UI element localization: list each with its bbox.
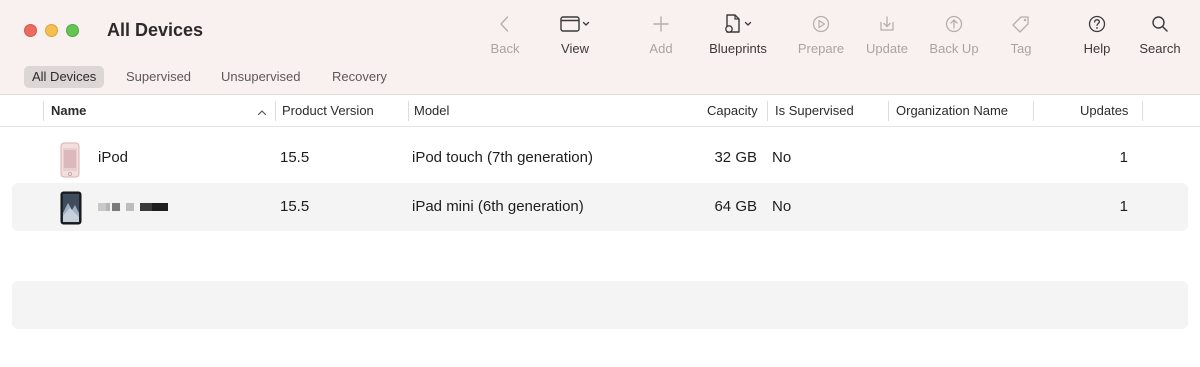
tag-label: Tag bbox=[1010, 41, 1032, 56]
ipod-touch-icon bbox=[60, 142, 80, 183]
chevron-left-icon bbox=[465, 12, 545, 36]
back-button[interactable]: Back bbox=[465, 12, 545, 56]
view-label: View bbox=[561, 41, 589, 56]
plus-icon bbox=[621, 12, 701, 36]
add-label: Add bbox=[649, 41, 673, 56]
window-title: All Devices bbox=[107, 20, 204, 40]
capacity-cell: 32 GB bbox=[714, 149, 757, 166]
table-header: Name Product Version Model Capacity Is S… bbox=[0, 95, 1200, 127]
column-header-name[interactable]: Name bbox=[51, 95, 86, 127]
toolbar-area: All Devices Back View Add Blueprints Pre… bbox=[0, 0, 1200, 95]
column-divider[interactable] bbox=[43, 101, 44, 121]
ipad-mini-icon bbox=[60, 191, 82, 230]
search-button[interactable]: Search bbox=[1120, 12, 1200, 56]
product-version-cell: 15.5 bbox=[280, 149, 310, 166]
column-header-is-supervised[interactable]: Is Supervised bbox=[775, 95, 854, 127]
column-divider[interactable] bbox=[275, 101, 276, 121]
column-divider[interactable] bbox=[1142, 101, 1143, 121]
add-button[interactable]: Add bbox=[621, 12, 701, 56]
model-cell: iPad mini (6th generation) bbox=[412, 198, 584, 215]
updates-cell: 1 bbox=[1119, 198, 1128, 215]
blueprint-document-icon bbox=[698, 12, 778, 36]
updates-cell: 1 bbox=[1119, 149, 1128, 166]
column-header-model[interactable]: Model bbox=[414, 95, 449, 127]
column-header-updates[interactable]: Updates bbox=[1080, 95, 1128, 127]
tab-all-devices[interactable]: All Devices bbox=[24, 66, 105, 88]
blueprints-label: Blueprints bbox=[709, 41, 767, 56]
column-divider[interactable] bbox=[888, 101, 889, 121]
tab-supervised[interactable]: Supervised bbox=[118, 66, 199, 88]
table-row[interactable]: iPod 15.5 iPod touch (7th generation) 32… bbox=[12, 134, 1188, 182]
magnifier-icon bbox=[1120, 12, 1200, 36]
product-version-cell: 15.5 bbox=[280, 198, 310, 215]
back-label: Back bbox=[490, 41, 520, 56]
is-supervised-cell: No bbox=[772, 198, 792, 215]
empty-table-row bbox=[12, 281, 1188, 329]
search-label: Search bbox=[1139, 41, 1181, 56]
blueprints-button[interactable]: Blueprints bbox=[698, 12, 778, 56]
sort-ascending-icon bbox=[257, 105, 267, 123]
zoom-window-button[interactable] bbox=[66, 24, 79, 37]
tag-icon bbox=[981, 12, 1061, 36]
window-layout-icon bbox=[535, 12, 615, 36]
column-divider[interactable] bbox=[767, 101, 768, 121]
tag-button[interactable]: Tag bbox=[981, 12, 1061, 56]
tab-unsupervised[interactable]: Unsupervised bbox=[213, 66, 309, 88]
is-supervised-cell: No bbox=[772, 149, 792, 166]
column-header-product-version[interactable]: Product Version bbox=[282, 95, 374, 127]
column-divider[interactable] bbox=[1033, 101, 1034, 121]
capacity-cell: 64 GB bbox=[714, 198, 757, 215]
model-cell: iPod touch (7th generation) bbox=[412, 149, 593, 166]
column-header-organization-name[interactable]: Organization Name bbox=[896, 95, 1008, 127]
minimize-window-button[interactable] bbox=[45, 24, 58, 37]
tab-recovery[interactable]: Recovery bbox=[324, 66, 395, 88]
redacted-device-name bbox=[98, 203, 168, 211]
table-row[interactable]: 15.5 iPad mini (6th generation) 64 GB No… bbox=[12, 183, 1188, 231]
view-button[interactable]: View bbox=[535, 12, 615, 56]
column-divider[interactable] bbox=[408, 101, 409, 121]
device-name: iPod bbox=[98, 149, 129, 166]
column-header-capacity[interactable]: Capacity bbox=[707, 95, 758, 127]
close-window-button[interactable] bbox=[24, 24, 37, 37]
